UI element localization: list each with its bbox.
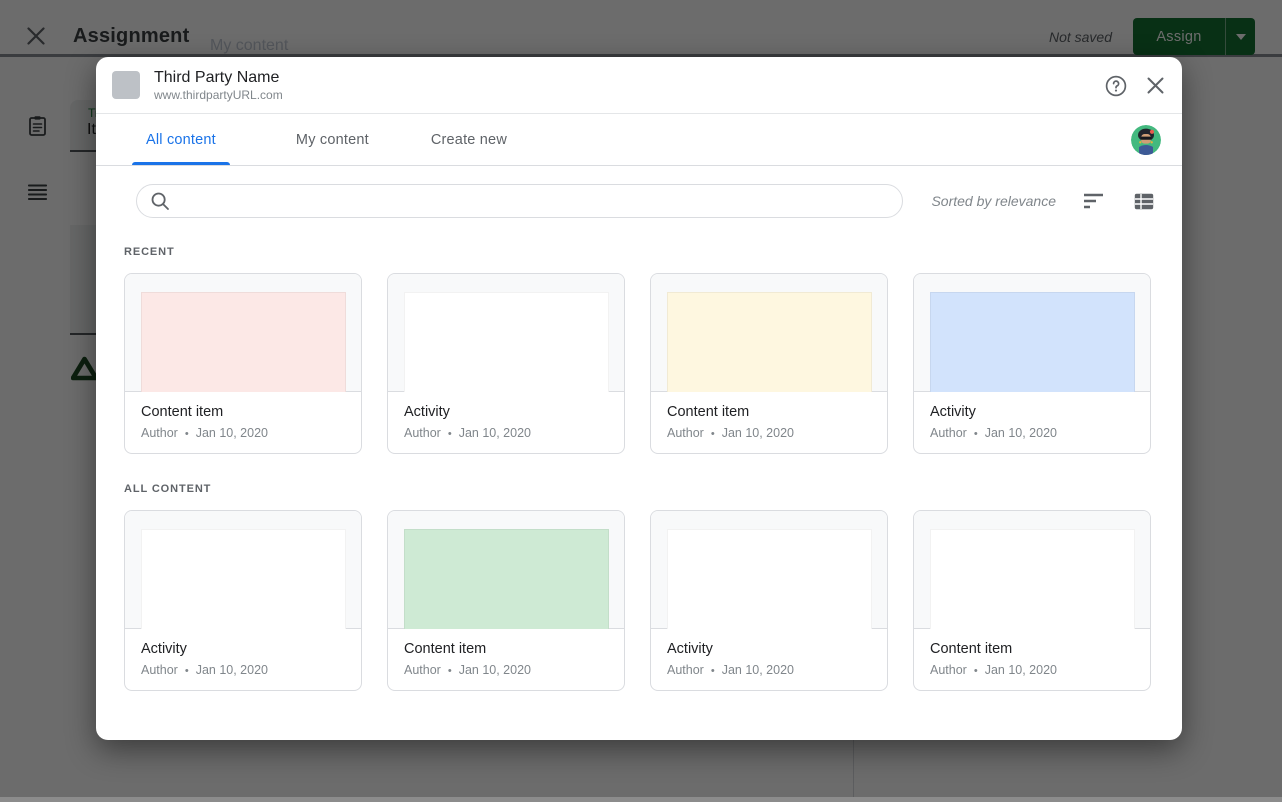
card-author: Author bbox=[667, 426, 704, 440]
user-avatar[interactable] bbox=[1131, 125, 1161, 155]
card-thumbnail bbox=[651, 511, 887, 629]
card-meta: Author • Jan 10, 2020 bbox=[141, 663, 345, 677]
card-meta: Author • Jan 10, 2020 bbox=[667, 663, 871, 677]
card-title: Content item bbox=[930, 640, 1134, 658]
card-date: Jan 10, 2020 bbox=[985, 663, 1057, 677]
card-thumbnail bbox=[388, 511, 624, 629]
content-card[interactable]: Activity Author • Jan 10, 2020 bbox=[913, 273, 1151, 454]
thumbnail-preview bbox=[141, 529, 346, 629]
card-date: Jan 10, 2020 bbox=[459, 663, 531, 677]
thumbnail-preview bbox=[404, 529, 609, 629]
thumbnail-preview bbox=[667, 292, 872, 392]
card-thumbnail bbox=[651, 274, 887, 392]
card-title: Content item bbox=[141, 403, 345, 421]
card-meta: Author • Jan 10, 2020 bbox=[404, 426, 608, 440]
content-card[interactable]: Content item Author • Jan 10, 2020 bbox=[387, 510, 625, 691]
dialog-header: Third Party Name www.thirdpartyURL.com bbox=[96, 57, 1182, 114]
card-author: Author bbox=[404, 663, 441, 677]
tab-my-content[interactable]: My content bbox=[282, 114, 383, 165]
meta-separator: • bbox=[711, 665, 715, 677]
search-row: Sorted by relevance bbox=[136, 184, 1154, 218]
dialog-title: Third Party Name bbox=[154, 68, 283, 87]
card-meta: Author • Jan 10, 2020 bbox=[930, 663, 1134, 677]
content-card[interactable]: Content item Author • Jan 10, 2020 bbox=[913, 510, 1151, 691]
dialog-url: www.thirdpartyURL.com bbox=[154, 88, 283, 103]
card-title: Activity bbox=[667, 640, 871, 658]
card-title: Activity bbox=[404, 403, 608, 421]
bottom-edge bbox=[0, 797, 1282, 802]
card-thumbnail bbox=[388, 274, 624, 392]
content-sections: RECENTContent itemAuthor•Jan 10, 2020Act… bbox=[96, 246, 1182, 691]
avatar-illustration bbox=[1131, 125, 1161, 155]
card-author: Author bbox=[141, 426, 178, 440]
card-author: Author bbox=[404, 426, 441, 440]
dialog-content: Sorted by relevance R bbox=[96, 184, 1182, 691]
search-input[interactable] bbox=[170, 185, 902, 217]
card-meta: Author • Jan 10, 2020 bbox=[141, 426, 345, 440]
card-author: Author bbox=[930, 426, 967, 440]
thumbnail-preview bbox=[930, 529, 1135, 629]
dialog-close-button[interactable] bbox=[1147, 77, 1164, 94]
meta-separator: • bbox=[448, 428, 452, 440]
meta-separator: • bbox=[711, 428, 715, 440]
card-meta: Author • Jan 10, 2020 bbox=[930, 426, 1134, 440]
card-date: Jan 10, 2020 bbox=[722, 663, 794, 677]
meta-separator: • bbox=[185, 665, 189, 677]
help-button[interactable] bbox=[1105, 75, 1127, 97]
content-card[interactable]: Activity Author • Jan 10, 2020 bbox=[650, 510, 888, 691]
thumbnail-preview bbox=[141, 292, 346, 392]
table-view-icon[interactable] bbox=[1134, 193, 1154, 210]
meta-separator: • bbox=[974, 665, 978, 677]
card-thumbnail bbox=[914, 274, 1150, 392]
third-party-logo bbox=[112, 71, 140, 99]
card-author: Author bbox=[141, 663, 178, 677]
card-thumbnail bbox=[125, 511, 361, 629]
content-card[interactable]: Activity Author • Jan 10, 2020 bbox=[124, 510, 362, 691]
card-title: Activity bbox=[930, 403, 1134, 421]
section-label: ALL CONTENT bbox=[124, 483, 1182, 495]
meta-separator: • bbox=[974, 428, 978, 440]
content-card[interactable]: Content item Author • Jan 10, 2020 bbox=[650, 273, 888, 454]
card-row: Content itemAuthor•Jan 10, 2020ActivityA… bbox=[124, 273, 1182, 454]
tab-create-new[interactable]: Create new bbox=[417, 114, 521, 165]
card-title: Content item bbox=[667, 403, 871, 421]
card-thumbnail bbox=[125, 274, 361, 392]
card-date: Jan 10, 2020 bbox=[459, 426, 531, 440]
sort-icon[interactable] bbox=[1083, 192, 1104, 210]
thumbnail-preview bbox=[404, 292, 609, 392]
meta-separator: • bbox=[185, 428, 189, 440]
search-icon bbox=[150, 191, 170, 211]
section-label: RECENT bbox=[124, 246, 1182, 258]
card-date: Jan 10, 2020 bbox=[722, 426, 794, 440]
card-meta: Author • Jan 10, 2020 bbox=[404, 663, 608, 677]
content-card[interactable]: Content item Author • Jan 10, 2020 bbox=[124, 273, 362, 454]
sort-status: Sorted by relevance bbox=[931, 193, 1056, 209]
dialog-tabs: All content My content Create new bbox=[96, 114, 1182, 166]
card-author: Author bbox=[667, 663, 704, 677]
card-thumbnail bbox=[914, 511, 1150, 629]
help-icon bbox=[1105, 75, 1127, 97]
thumbnail-preview bbox=[667, 529, 872, 629]
card-title: Activity bbox=[141, 640, 345, 658]
card-date: Jan 10, 2020 bbox=[196, 663, 268, 677]
card-author: Author bbox=[930, 663, 967, 677]
close-icon bbox=[1147, 77, 1164, 94]
third-party-picker-dialog: Third Party Name www.thirdpartyURL.com bbox=[96, 57, 1182, 740]
thumbnail-preview bbox=[930, 292, 1135, 392]
card-row: Activity Author • Jan 10, 2020 Content item A… bbox=[124, 510, 1182, 691]
search-box bbox=[136, 184, 903, 218]
content-card[interactable]: Activity Author • Jan 10, 2020 bbox=[387, 273, 625, 454]
card-meta: Author • Jan 10, 2020 bbox=[667, 426, 871, 440]
tab-all-content[interactable]: All content bbox=[132, 114, 230, 165]
card-date: Jan 10, 2020 bbox=[985, 426, 1057, 440]
card-title: Content item bbox=[404, 640, 608, 658]
screen: Assignment My content Not saved Assign T… bbox=[0, 0, 1282, 802]
card-date: Jan 10, 2020 bbox=[196, 426, 268, 440]
meta-separator: • bbox=[448, 665, 452, 677]
